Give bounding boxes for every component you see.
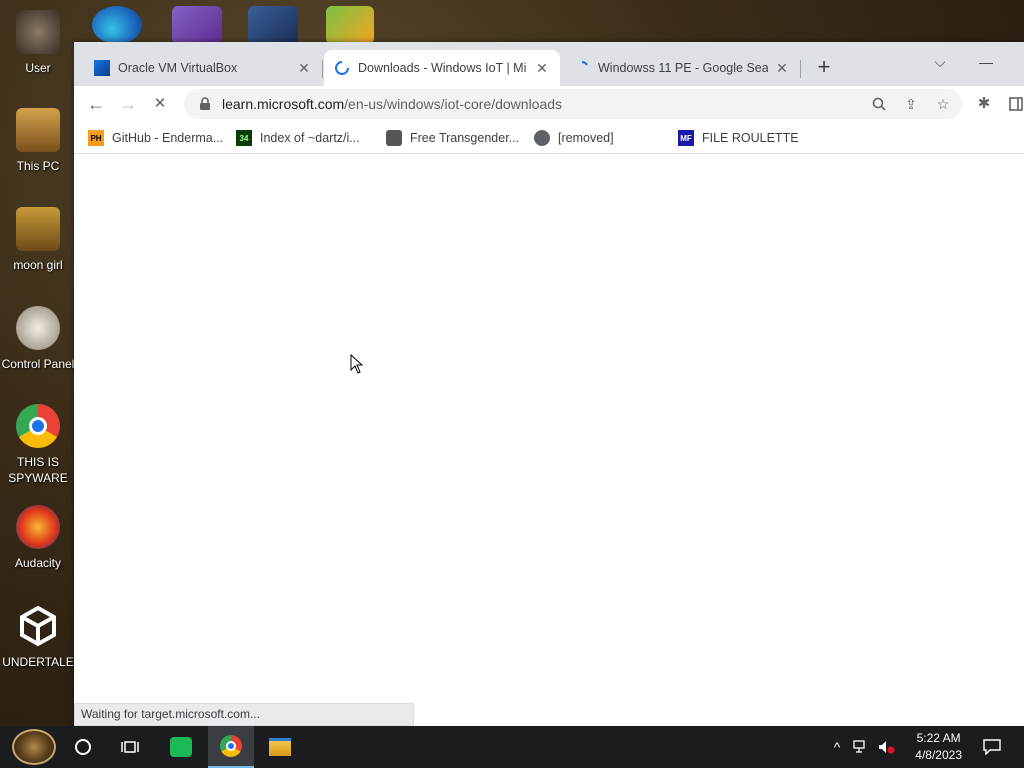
bookmark-free-transgender[interactable]: Free Transgender... [386,127,519,149]
task-view-button[interactable] [114,726,146,768]
start-button[interactable] [4,726,64,768]
virtualbox-favicon-icon [94,60,110,76]
unity-icon [16,604,60,648]
taskbar: ^ 5:22 AM 4/8/2023 [0,726,1024,768]
show-hidden-icons-chevron-up-icon[interactable]: ^ [828,726,846,768]
close-tab-icon[interactable]: ✕ [774,60,790,77]
volume-muted-icon[interactable] [876,726,898,768]
side-panel-icon[interactable] [1002,92,1024,116]
task-view-icon [121,741,139,753]
tab-search-chevron-down-icon[interactable]: ⌵ [926,48,954,76]
chrome-icon [220,735,242,757]
back-button[interactable]: ← [82,92,110,116]
notification-center-button[interactable] [978,726,1006,768]
bookmark-index-of-dartz[interactable]: 34 Index of ~dartz/i... [236,127,360,149]
new-tab-button[interactable]: + [812,56,836,80]
url-host: learn.microsoft.com [222,96,345,112]
stop-button[interactable]: ✕ [146,92,174,116]
audacity-icon [16,505,60,549]
taskbar-app-file-explorer[interactable] [262,726,298,768]
taskbar-app-chrome[interactable] [208,726,254,768]
navigation-toolbar: ← → ✕ learn.microsoft.com/en-us/windows/… [74,86,1024,122]
desktop-icon-label: THIS IS SPYWARE [8,455,68,485]
search-button[interactable] [68,726,98,768]
chrome-window: Oracle VM VirtualBox ✕ Downloads - Windo… [74,42,1024,726]
tab-google-search[interactable]: Windowss 11 PE - Google Searc ✕ [564,50,800,86]
desktop-icon-audacity[interactable]: Audacity [0,505,76,571]
chat-app-icon [170,737,192,757]
globe-icon [534,130,550,146]
chrome-icon [16,404,60,448]
bookmark-star-icon[interactable]: ☆ [934,92,952,116]
computer-icon [16,108,60,152]
bookmark-removed[interactable]: [removed] [534,127,614,149]
hxd-icon[interactable] [326,6,374,44]
index-favicon-icon: 34 [236,130,252,146]
tab-downloads-windows-iot[interactable]: Downloads - Windows IoT | Mi ✕ [324,50,560,86]
folder-icon [16,207,60,251]
bookmark-file-roulette[interactable]: MF FILE ROULETTE [678,127,799,149]
desktop-icon-control-panel[interactable]: Control Panel [0,306,76,372]
visual-studio-icon[interactable] [172,6,222,44]
address-bar[interactable]: learn.microsoft.com/en-us/windows/iot-co… [184,89,962,119]
edge-icon[interactable] [92,6,142,44]
status-bubble: Waiting for target.microsoft.com... [74,703,414,726]
desktop-icon-spyware[interactable]: THIS IS SPYWARE [0,404,76,486]
forward-button[interactable]: → [114,92,142,116]
close-tab-icon[interactable]: ✕ [296,60,312,77]
desktop-icon-label: Control Panel [1,357,75,371]
clock-date: 4/8/2023 [915,748,962,762]
notification-icon [983,739,1001,755]
network-icon[interactable] [850,726,872,768]
mouse-cursor-icon [350,354,364,374]
minimize-button[interactable]: — [972,48,1000,76]
taskbar-app-chat[interactable] [164,726,198,768]
cortana-circle-icon [75,739,91,755]
user-icon [16,10,60,54]
desktop-icon-moon-girl[interactable]: moon girl [0,207,76,273]
page-content: Waiting for target.microsoft.com... [74,155,1024,726]
share-icon[interactable]: ⇪ [902,92,920,116]
file-roulette-favicon-icon: MF [678,130,694,146]
desktop-icon-label: moon girl [13,258,63,272]
tab-virtualbox[interactable]: Oracle VM VirtualBox ✕ [84,50,322,86]
tab-strip: Oracle VM VirtualBox ✕ Downloads - Windo… [74,42,1024,86]
bookmark-github[interactable]: PH GitHub - Enderma... [88,127,223,149]
url-path: /en-us/windows/iot-core/downloads [344,96,563,112]
desktop-icon-user[interactable]: User [0,10,76,76]
zoom-search-icon[interactable] [870,92,888,116]
tab-separator [800,60,801,78]
desktop-icon-label: User [25,61,51,75]
start-orb-icon [12,729,56,765]
extensions-puzzle-icon[interactable]: ✱ [970,92,998,116]
desktop-icon-this-pc[interactable]: This PC [0,108,76,174]
system-clock[interactable]: 5:22 AM 4/8/2023 [915,730,962,764]
pornhub-favicon-icon: PH [88,130,104,146]
lightbulb-icon [16,306,60,350]
desktop-icon-undertale[interactable]: UNDERTALE [0,604,76,670]
bookmarks-bar: PH GitHub - Enderma... 34 Index of ~dart… [74,122,1024,154]
desktop-icon-label: UNDERTALE [2,655,74,669]
folder-icon [269,738,291,756]
desktop-icon-label: This PC [16,159,60,173]
desktop-icon-label: Audacity [14,556,62,570]
loading-spinner-icon [334,60,350,76]
virtualbox-icon[interactable] [248,6,298,44]
lock-icon [200,97,210,110]
loading-spinner-icon [574,60,590,76]
site-favicon-icon [386,130,402,146]
tab-separator [322,60,323,78]
clock-time: 5:22 AM [916,731,961,745]
close-tab-icon[interactable]: ✕ [534,60,550,77]
